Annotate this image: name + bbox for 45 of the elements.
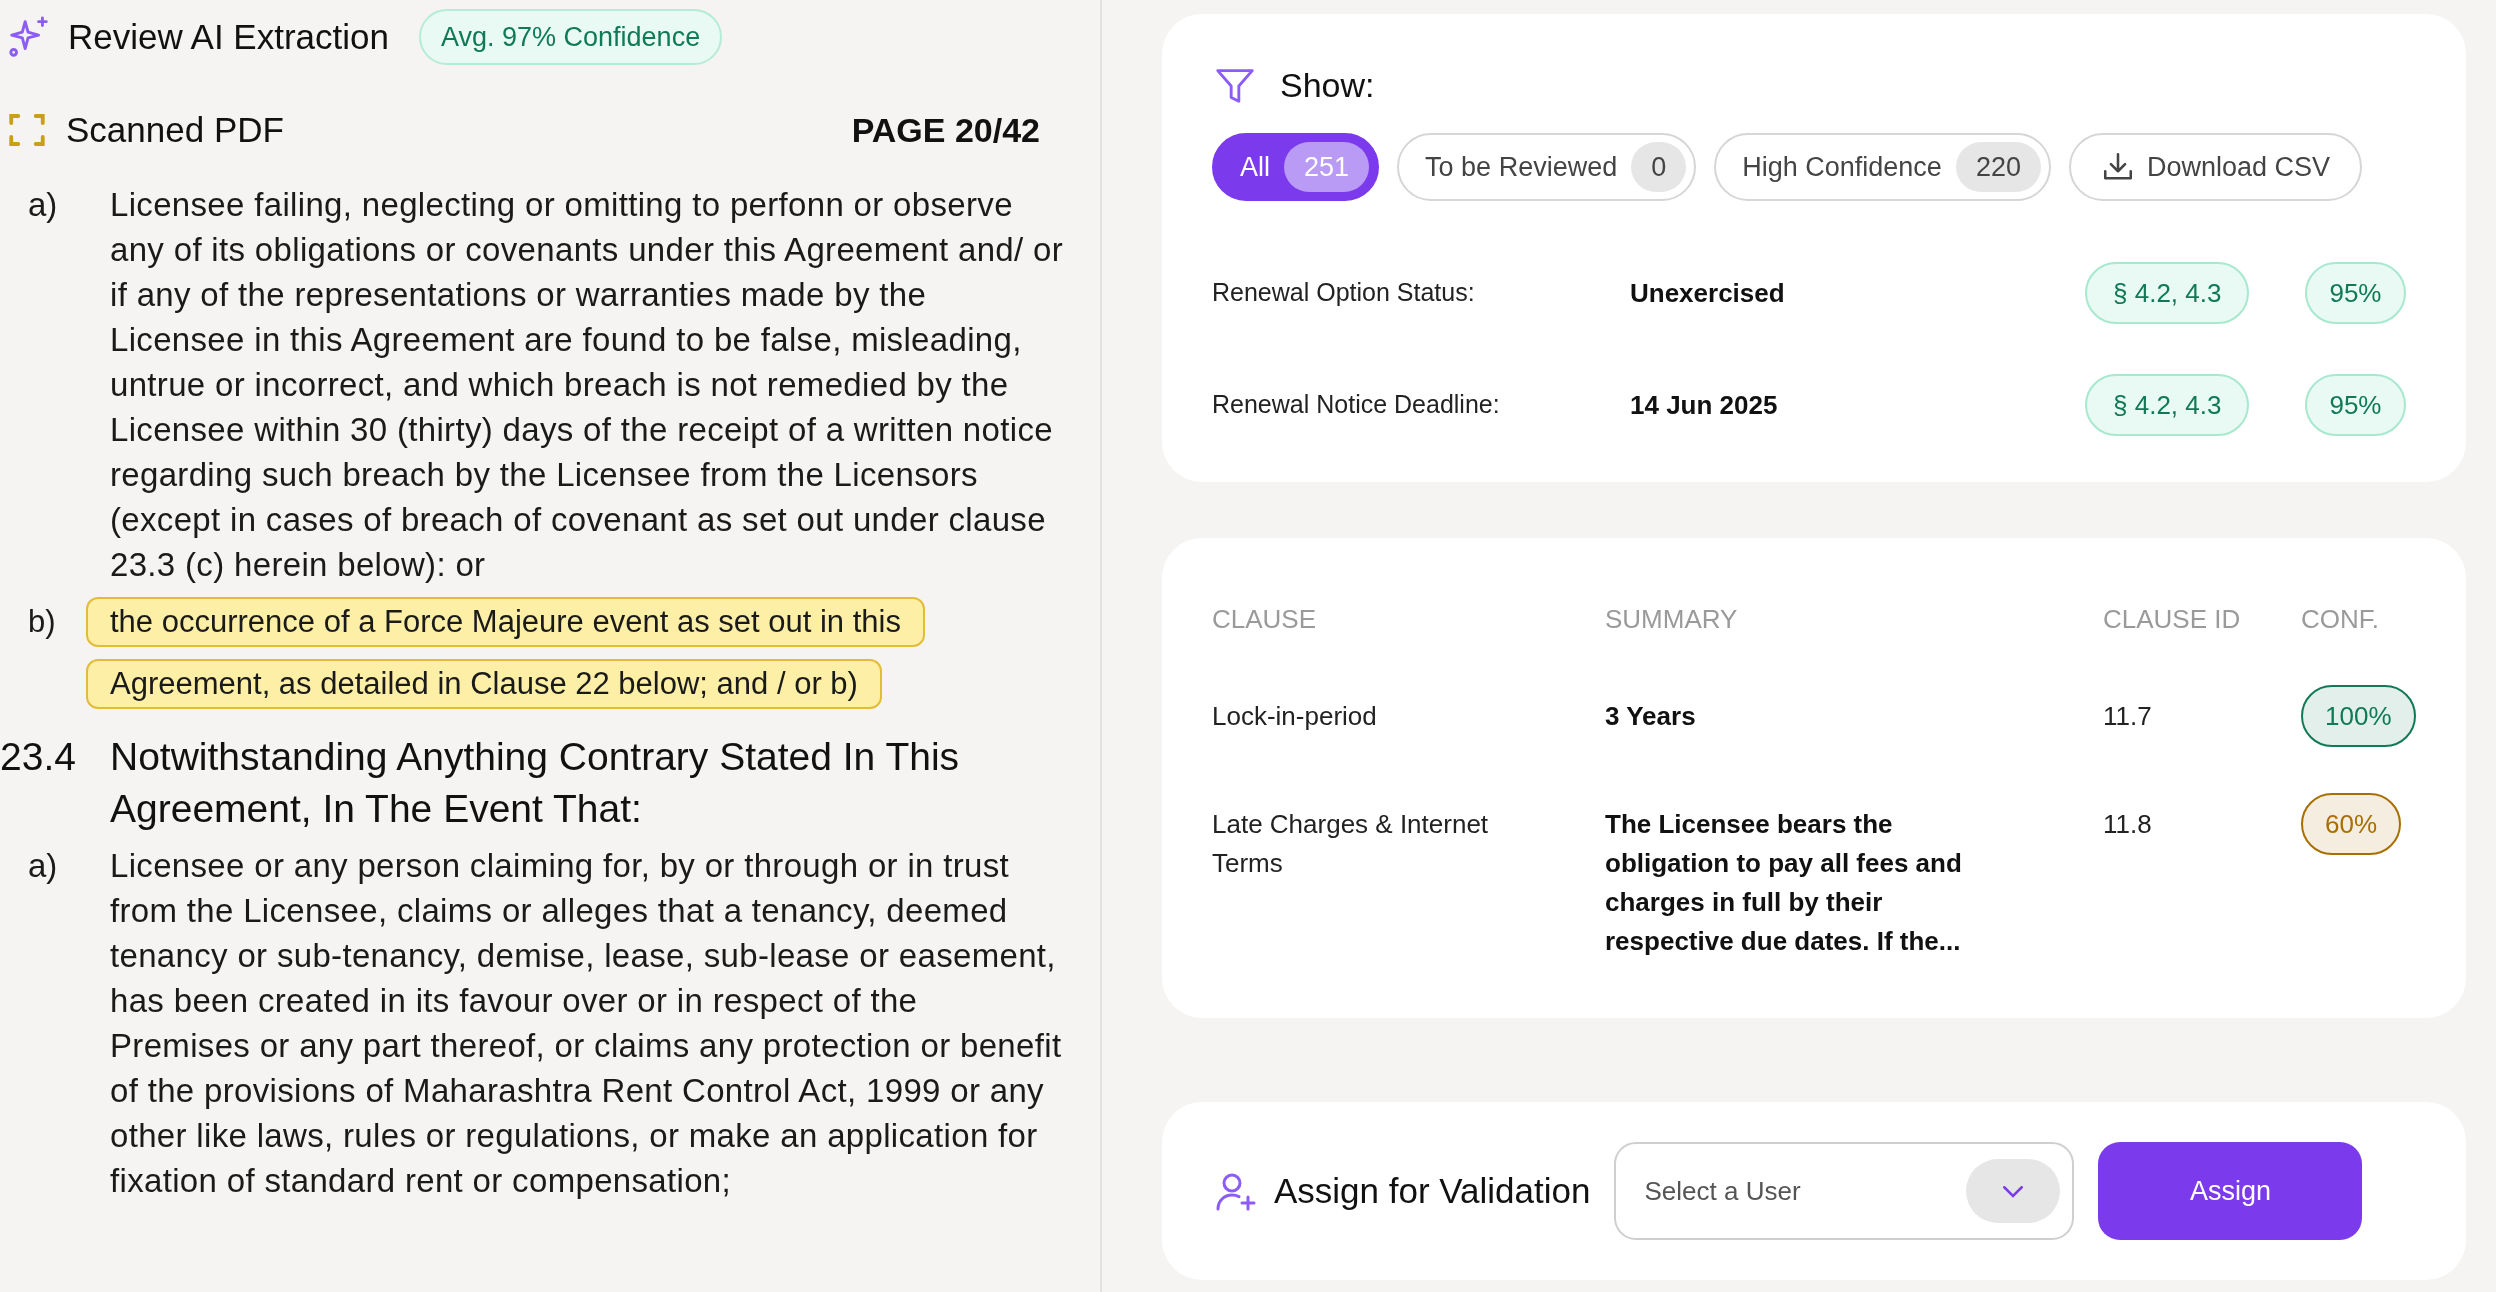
list-marker: a) [27, 185, 59, 225]
count-badge: 0 [1631, 142, 1687, 192]
user-input[interactable]: Select a User [1644, 1171, 1945, 1211]
document-source: Scanned PDF [66, 108, 284, 151]
list-marker: b) [27, 603, 57, 641]
filter-chip[interactable]: To be Reviewed 0 [1397, 133, 1697, 201]
list-marker: a) [27, 846, 59, 886]
confidence-badge: 95% [2305, 262, 2406, 324]
highlighted-text: the occurrence of a Force Majeure event as set out in this [86, 597, 925, 647]
document-paragraph: Licensee failing, neglecting or omitting to perfonn or observe any of its obligations or covenants under this Agreement and/ or if any of the representations or warranties made by the Licensee in this Agreement are found to be false, misleading, untrue or incorrect, and which breach is not remedied by the Licensee within 30 (thirty) days of the receipt of a written notice regarding such breach by the Licensee from the Licensors (except in cases of breach of covenant as set out under clause 23.3 (c) herein below): or [110, 185, 1064, 585]
count-badge: 220 [1955, 142, 2041, 192]
confidence-badge: 100% [2301, 685, 2416, 747]
confidence-badge: Avg. 97% Confidence [418, 8, 723, 66]
section-heading: Notwithstanding Anything Contrary Stated In This Agreement, In The Event That: [110, 734, 961, 832]
section-reference-badge: § 4.2, 4.3 [2085, 262, 2250, 324]
document-paragraph: Licensee or any person claiming for, by or through or in trust from the Licensee, claims or alleges that a tenancy, deemed tenancy or sub-tenancy, demise, lease, sub-lease or easement, has been created in its favour over or in respect of the Premises or any part thereof, or claims any protection or benefit of the provisions of Maharashtra Rent Control Act, 1999 or any other like laws, rules or regulations, or make an application for fixation of standard rent or compensation; [110, 846, 1063, 1201]
count-badge: 251 [1284, 142, 1370, 192]
table-cell-text: The Licensee bears the obligation to pay all fees and charges in full by their respective due dates. If the... [1605, 808, 1963, 958]
page-title: Review AI Extraction [68, 15, 389, 58]
section-reference-badge: § 4.2, 4.3 [2085, 374, 2250, 436]
assign-title: Assign for Validation [1274, 1169, 1591, 1212]
table-cell-text: Late Charges & Internet Terms [1212, 808, 1490, 880]
field-value: 14 Jun 2025 [1630, 388, 1779, 422]
table-cell-text: Lock-in-period [1212, 700, 1378, 733]
table-cell-text: 11.7 [2103, 700, 2153, 733]
filter-chip[interactable]: All 251 [1212, 133, 1380, 201]
field-label: Renewal Option Status: [1212, 277, 1476, 309]
section-number: 23.4 [0, 734, 77, 780]
filter-chip[interactable]: High Confidence 220 [1714, 133, 2051, 201]
column-header: CLAUSE [1212, 603, 1318, 636]
highlighted-text: Agreement, as detailed in Clause 22 below; and / or b) [86, 659, 882, 709]
column-header: SUMMARY [1605, 603, 1739, 636]
table-cell-text: 11.8 [2103, 808, 2153, 841]
download-csv-button[interactable]: Download CSV [2068, 133, 2363, 201]
field-label: Renewal Notice Deadline: [1212, 389, 1501, 421]
assign-button[interactable]: Assign [2098, 1142, 2363, 1240]
user-select[interactable]: Select a User [1614, 1142, 2075, 1240]
filter-title: Show: [1280, 65, 1375, 106]
confidence-badge: 60% [2301, 793, 2402, 855]
confidence-badge: 95% [2305, 374, 2406, 436]
column-header: CONF. [2301, 603, 2380, 636]
column-header: CLAUSE ID [2103, 603, 2242, 636]
field-value: Unexercised [1630, 276, 1786, 310]
table-cell-text: 3 Years [1605, 700, 1697, 733]
page-number: PAGE 20/42 [851, 109, 1040, 151]
